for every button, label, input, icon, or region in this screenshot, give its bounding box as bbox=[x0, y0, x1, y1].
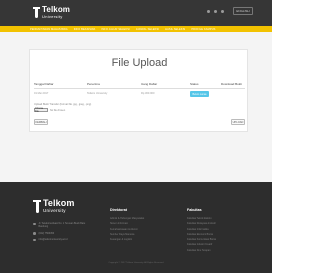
site-header: Telkom University ENGLISH bbox=[0, 0, 272, 26]
footer-link[interactable]: Fakultas Teknik Elektro bbox=[187, 217, 216, 220]
table-header: Tanggal Daftar Penerima Uang Daftar Stat… bbox=[34, 81, 245, 89]
page-title: File Upload bbox=[111, 57, 168, 69]
choose-file-button[interactable]: Choose File bbox=[34, 107, 48, 113]
footer-logo-name: Telkom bbox=[43, 198, 75, 208]
nav-item[interactable]: INFO JALUR SELEKSI bbox=[101, 28, 129, 31]
cell-penerima: Telkom University bbox=[87, 92, 108, 95]
footer-column-title: Fakultas bbox=[187, 208, 202, 212]
upload-card: File Upload Tanggal Daftar Penerima Uang… bbox=[29, 49, 248, 132]
nav-item[interactable]: HASIL SELEKSI bbox=[165, 28, 185, 31]
phone-icon bbox=[33, 232, 36, 235]
header-logo[interactable]: Telkom University bbox=[33, 6, 70, 19]
header-social-icons bbox=[207, 10, 224, 13]
instagram-icon[interactable] bbox=[221, 10, 224, 13]
nav-item[interactable]: JADWAL SELEKSI bbox=[136, 28, 159, 31]
language-button[interactable]: ENGLISH bbox=[233, 7, 253, 15]
back-button[interactable]: KEMBALI bbox=[34, 119, 48, 125]
copyright-text: Copyright © 2017 Telkom University. All … bbox=[108, 262, 164, 264]
logo-name: Telkom bbox=[42, 5, 71, 14]
upload-button[interactable]: UPLOAD bbox=[231, 119, 245, 125]
footer-link[interactable]: Sistem Informasi bbox=[110, 222, 144, 225]
twitter-icon[interactable] bbox=[214, 10, 217, 13]
footer-link[interactable]: Fakultas Komunikasi Bisnis bbox=[187, 238, 216, 241]
upload-help-text: Upload Bukti Transfer (format file .jpg,… bbox=[34, 103, 92, 106]
column-header-status: Status bbox=[190, 82, 199, 86]
telkom-logo-icon bbox=[33, 199, 41, 213]
footer-link[interactable]: Fakultas Ilmu Terapan bbox=[187, 249, 216, 252]
email-icon bbox=[33, 238, 36, 242]
footer-column-fakultas: Fakultas Fakultas Teknik Elektro Fakultas… bbox=[187, 208, 216, 252]
cell-tanggal: 01 Mei 2017 bbox=[34, 92, 49, 95]
nav-item[interactable]: PROFILE KAMPUS bbox=[191, 28, 215, 31]
footer-logo-subtitle: University bbox=[43, 208, 66, 213]
nav-item[interactable]: INFO BEASISWA bbox=[74, 28, 96, 31]
footer-link[interactable]: Kemahasiswaan & Alumni bbox=[110, 228, 144, 231]
footer-link[interactable]: Admisi & Hubungan Masyarakat bbox=[110, 217, 144, 220]
status-badge[interactable]: Belum Lunas bbox=[190, 91, 209, 97]
footer-link[interactable]: Fakultas Ekonomi Bisnis bbox=[187, 233, 216, 236]
footer-column-direktorat: Direktorat Admisi & Hubungan Masyarakat S… bbox=[110, 208, 144, 241]
footer-logo[interactable]: Telkom University bbox=[33, 199, 74, 214]
facebook-icon[interactable] bbox=[207, 10, 210, 13]
table-row: 01 Mei 2017 Telkom University Rp 300.000 bbox=[34, 90, 245, 98]
footer-contact: Jl. Telekomunikasi No. 1 Terusan Buah Ba… bbox=[33, 222, 91, 242]
column-header-penerima: Penerima bbox=[87, 82, 100, 86]
telkom-logo-icon bbox=[33, 7, 40, 18]
contact-phone: (022) 7566456 bbox=[33, 232, 91, 235]
location-icon bbox=[33, 222, 36, 225]
file-input: Choose File No file chosen bbox=[34, 107, 66, 113]
footer-link[interactable]: Keuangan & Logistik bbox=[110, 238, 144, 241]
footer-link[interactable]: Fakultas Informatika bbox=[187, 228, 216, 231]
nav-item[interactable]: PENDAFTARAN MAHASISWA bbox=[30, 28, 68, 31]
column-header-download: Download Bukti bbox=[221, 82, 242, 86]
contact-address: Jl. Telekomunikasi No. 1 Terusan Buah Ba… bbox=[33, 222, 91, 229]
logo-subtitle: University bbox=[42, 14, 63, 19]
site-footer: Telkom University Jl. Telekomunikasi No.… bbox=[0, 182, 272, 273]
footer-link[interactable]: Sumber Daya Manusia bbox=[110, 233, 144, 236]
footer-column-title: Direktorat bbox=[110, 208, 127, 212]
footer-link[interactable]: Fakultas Rekayasa Industri bbox=[187, 222, 216, 225]
column-header-tanggal: Tanggal Daftar bbox=[34, 82, 54, 86]
no-file-label: No file chosen bbox=[50, 108, 66, 112]
footer-link[interactable]: Fakultas Industri Kreatif bbox=[187, 243, 216, 246]
cell-uang: Rp 300.000 bbox=[141, 92, 155, 95]
contact-email: info@telkomuniversity.ac.id bbox=[33, 238, 91, 242]
column-header-uang: Uang Daftar bbox=[141, 82, 158, 86]
